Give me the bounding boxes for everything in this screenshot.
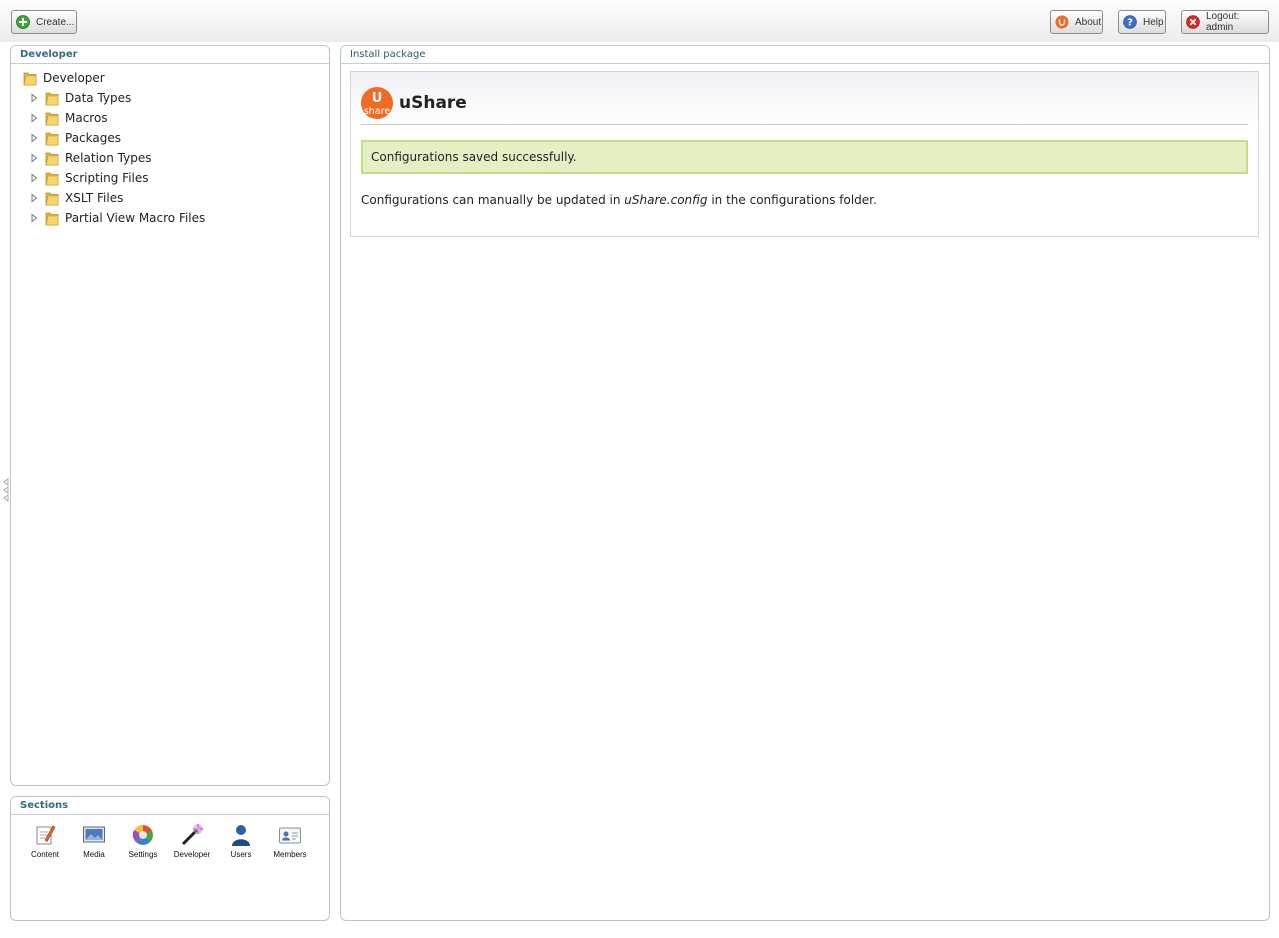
success-message: Configurations saved successfully. [361,140,1248,174]
umbraco-logo-icon [1055,15,1069,29]
svg-text:?: ? [1127,18,1133,29]
about-button[interactable]: About [1050,10,1103,34]
tree-item-label: Relation Types [65,151,152,165]
note-text-after: in the configurations folder. [707,193,877,207]
main-panel: Install package U share uShare Configura… [340,45,1270,921]
tree-item-label: Packages [65,131,121,145]
section-settings[interactable]: Settings [119,823,167,859]
expand-arrow-icon[interactable] [29,153,39,163]
tree-item-macros[interactable]: Macros [29,109,108,127]
expand-arrow-icon[interactable] [29,193,39,203]
tree-item-packages[interactable]: Packages [29,129,121,147]
package-header: U share uShare [361,81,1248,125]
section-media[interactable]: Media [70,823,118,859]
note-text-before: Configurations can manually be updated i… [361,193,625,207]
folder-icon [45,152,59,166]
config-note: Configurations can manually be updated i… [361,193,877,207]
top-toolbar: Create... About ? Help Logout: admin [0,0,1279,42]
note-config-file: uShare.config [624,193,708,207]
tree-item-scripting-files[interactable]: Scripting Files [29,169,149,187]
section-members[interactable]: Members [266,823,314,859]
help-icon: ? [1123,15,1137,29]
media-icon [83,826,105,843]
package-name: uShare [399,92,467,113]
tree-item-xslt-files[interactable]: XSLT Files [29,189,123,207]
section-developer[interactable]: Developer [168,823,216,859]
tree-item-label: Partial View Macro Files [65,211,206,225]
folder-icon [45,192,59,206]
section-content[interactable]: Content [21,823,69,859]
tree-item-partial-view-macro-files[interactable]: Partial View Macro Files [29,209,205,227]
package-content-box: U share uShare Configurations saved succ… [350,71,1259,237]
folder-icon [45,92,59,106]
settings-icon [132,825,153,845]
section-label: Content [30,850,60,859]
tree-panel: Developer Developer Data Types Macros Pa… [10,45,330,786]
folder-icon [45,172,59,186]
ushare-logo-icon: U share [361,86,393,119]
expand-arrow-icon[interactable] [29,113,39,123]
folder-icon [45,212,59,226]
expand-arrow-icon[interactable] [29,93,39,103]
expand-arrow-icon[interactable] [29,133,39,143]
tree-item-label: Macros [65,111,108,125]
tree-item-data-types[interactable]: Data Types [29,89,131,107]
section-label: Members [273,850,307,859]
close-icon [1186,15,1200,29]
section-label: Media [83,850,105,859]
sections-panel-title: Sections [11,797,329,815]
section-label: Settings [128,850,158,859]
folder-icon [23,72,37,86]
main-panel-title: Install package [341,46,1269,64]
panel-collapse-icon[interactable] [2,478,10,502]
members-icon [279,827,301,844]
tree-root-developer[interactable]: Developer [23,69,105,87]
logout-button-label: Logout: admin [1206,11,1240,33]
create-button[interactable]: Create... [11,10,77,34]
expand-arrow-icon[interactable] [29,213,39,223]
tree-item-relation-types[interactable]: Relation Types [29,149,151,167]
logo-letter: U [372,91,383,106]
tree-item-label: Data Types [65,91,132,105]
users-icon [232,825,250,846]
tree-root-label: Developer [43,71,105,85]
content-icon [36,825,56,845]
section-label: Developer [173,850,211,859]
tree-panel-title: Developer [11,46,329,64]
tree-item-label: XSLT Files [65,191,124,205]
create-button-label: Create... [36,16,75,28]
logout-button[interactable]: Logout: admin [1181,10,1269,34]
developer-icon [181,824,203,846]
folder-icon [45,132,59,146]
help-button[interactable]: ? Help [1118,10,1166,34]
section-users[interactable]: Users [217,823,265,859]
section-label: Users [230,850,252,859]
help-button-label: Help [1143,16,1164,28]
tree-item-label: Scripting Files [65,171,149,185]
logo-word: share [364,106,390,117]
expand-arrow-icon[interactable] [29,173,39,183]
sections-panel: Sections Content Media Settings Develope… [10,796,330,921]
about-button-label: About [1075,16,1102,28]
plus-circle-icon [16,15,30,29]
folder-icon [45,112,59,126]
